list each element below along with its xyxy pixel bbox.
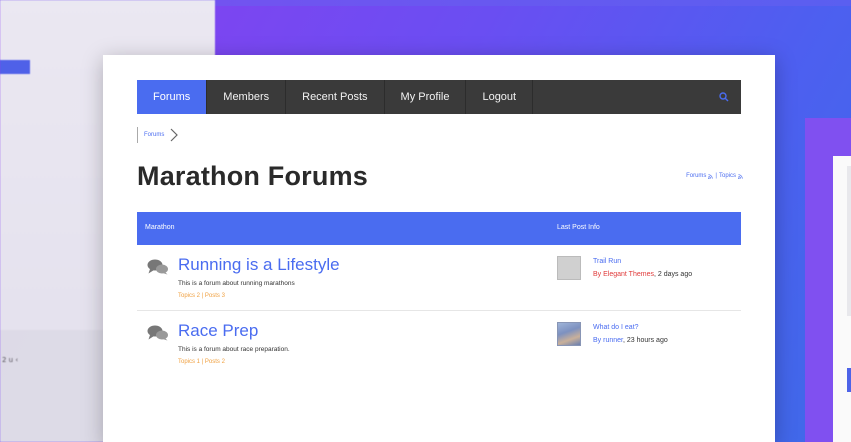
nav-item-forums[interactable]: Forums bbox=[137, 80, 208, 114]
column-header-last-post: Last Post Info bbox=[557, 224, 600, 231]
rss-icon bbox=[738, 173, 743, 179]
topics-count: Topics 2 bbox=[178, 293, 201, 299]
forums-feed-link[interactable]: Forums bbox=[686, 173, 706, 179]
topics-feed-link[interactable]: Topics bbox=[719, 173, 736, 179]
last-post-title-link[interactable]: Trail Run bbox=[593, 258, 621, 265]
nav-item-logout[interactable]: Logout bbox=[466, 80, 534, 114]
forum-window: Forums Members Recent Posts My Profile L… bbox=[103, 55, 775, 442]
forum-chat-icon bbox=[147, 325, 168, 341]
avatar[interactable] bbox=[557, 322, 581, 346]
forum-counts: Topics 2 | Posts 3 bbox=[178, 293, 225, 299]
page-title: Marathon Forums bbox=[137, 161, 369, 191]
search-button[interactable] bbox=[707, 80, 741, 114]
breadcrumb-forums-link[interactable]: Forums bbox=[144, 132, 164, 138]
nav-item-recent-posts[interactable]: Recent Posts bbox=[286, 80, 385, 114]
count-separator: | bbox=[201, 359, 204, 365]
forum-row: Race Prep This is a forum about race pre… bbox=[137, 313, 741, 377]
count-separator: | bbox=[201, 293, 204, 299]
background-text: 2 u ‹ bbox=[2, 356, 19, 364]
forum-chat-icon bbox=[147, 259, 168, 275]
avatar[interactable] bbox=[557, 256, 581, 280]
breadcrumb: Forums bbox=[137, 127, 179, 143]
forum-row: Running is a Lifestyle This is a forum a… bbox=[137, 247, 741, 311]
posts-count: Posts 3 bbox=[204, 293, 225, 299]
background-panel-inner bbox=[847, 166, 851, 316]
background-panel-accent bbox=[847, 368, 851, 392]
nav-item-my-profile[interactable]: My Profile bbox=[385, 80, 467, 114]
background-window-right bbox=[805, 118, 851, 442]
last-post-meta: By runner, 23 hours ago bbox=[593, 337, 668, 344]
rss-icon bbox=[708, 173, 714, 179]
main-nav: Forums Members Recent Posts My Profile L… bbox=[137, 80, 741, 114]
feed-links: Forums | Topics bbox=[686, 173, 743, 179]
forum-description: This is a forum about running marathons bbox=[178, 280, 295, 287]
last-post-author-link[interactable]: By Elegant Themes bbox=[593, 271, 654, 278]
forum-title-link[interactable]: Running is a Lifestyle bbox=[178, 255, 340, 275]
last-post-author-link[interactable]: By runner bbox=[593, 337, 623, 344]
forum-counts: Topics 1 | Posts 2 bbox=[178, 359, 225, 365]
nav-item-members[interactable]: Members bbox=[207, 80, 287, 114]
background-panel bbox=[833, 156, 851, 442]
last-post-meta: By Elegant Themes, 2 days ago bbox=[593, 271, 692, 278]
column-header-forum: Marathon bbox=[145, 224, 175, 231]
forum-title-link[interactable]: Race Prep bbox=[178, 321, 258, 341]
feed-separator: | bbox=[715, 173, 717, 179]
forum-description: This is a forum about race preparation. bbox=[178, 346, 290, 353]
topics-count: Topics 1 bbox=[178, 359, 201, 365]
chevron-right-icon bbox=[170, 128, 179, 142]
background-strip bbox=[0, 60, 30, 74]
last-post-time: , 23 hours ago bbox=[622, 337, 668, 344]
last-post-time: , 2 days ago bbox=[653, 271, 693, 278]
posts-count: Posts 2 bbox=[204, 359, 225, 365]
search-icon bbox=[719, 92, 729, 102]
last-post-title-link[interactable]: What do I eat? bbox=[593, 324, 639, 331]
forum-table-header: Marathon Last Post Info bbox=[137, 212, 741, 245]
